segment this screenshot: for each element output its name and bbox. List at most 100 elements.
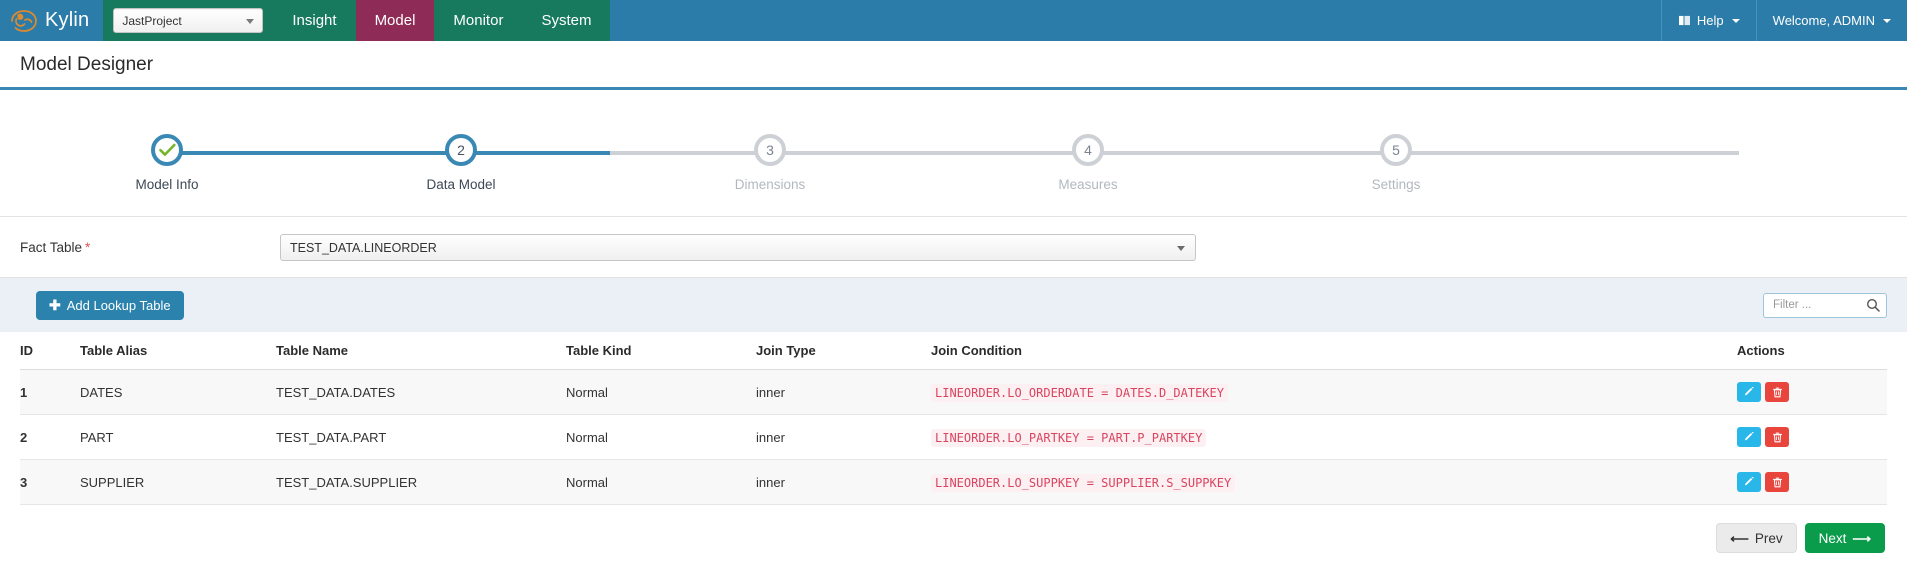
delete-row-button[interactable]	[1765, 472, 1789, 492]
wizard-step-1-circle	[151, 134, 183, 166]
arrow-right-icon: ⟶	[1852, 530, 1871, 546]
check-icon	[158, 143, 176, 156]
next-button-label: Next	[1818, 530, 1847, 546]
kylin-logo-icon	[11, 9, 37, 32]
cell-alias: SUPPLIER	[80, 459, 276, 505]
wizard-step-2-label: Data Model	[426, 177, 496, 192]
chevron-down-icon	[246, 18, 255, 24]
trash-icon	[1772, 432, 1782, 442]
fact-table-label: Fact Table *	[20, 240, 280, 255]
cell-condition: LINEORDER.LO_SUPPKEY = SUPPLIER.S_SUPPKE…	[931, 459, 1737, 505]
delete-row-button[interactable]	[1765, 427, 1789, 447]
cell-kind: Normal	[566, 414, 756, 460]
book-icon	[1678, 15, 1690, 26]
edit-row-button[interactable]	[1737, 382, 1761, 402]
prev-button[interactable]: ⟵ Prev	[1716, 523, 1797, 553]
cell-kind: Normal	[566, 369, 756, 415]
cell-actions	[1737, 414, 1887, 460]
wizard-step-dimensions[interactable]: 3 Dimensions	[710, 134, 830, 192]
table-row[interactable]: 1 DATES TEST_DATA.DATES Normal inner LIN…	[20, 369, 1887, 415]
cell-id: 3	[20, 459, 80, 505]
pencil-icon	[1744, 386, 1754, 395]
edit-row-button[interactable]	[1737, 472, 1761, 492]
col-header-kind: Table Kind	[566, 332, 756, 370]
user-menu[interactable]: Welcome, ADMIN	[1755, 0, 1907, 41]
cell-alias: DATES	[80, 369, 276, 415]
brand-home-link[interactable]: Kylin	[0, 0, 104, 41]
project-selector-wrap: JastProject	[103, 0, 274, 41]
table-row[interactable]: 2 PART TEST_DATA.PART Normal inner LINEO…	[20, 414, 1887, 460]
row-actions	[1737, 427, 1887, 447]
top-navbar: Kylin JastProject Insight Model Monitor …	[0, 0, 1907, 41]
cell-kind: Normal	[566, 459, 756, 505]
fact-table-row: Fact Table * TEST_DATA.LINEORDER	[0, 217, 1907, 277]
fact-table-label-text: Fact Table	[20, 240, 83, 255]
chevron-down-icon	[1177, 245, 1185, 251]
table-row[interactable]: 3 SUPPLIER TEST_DATA.SUPPLIER Normal inn…	[20, 459, 1887, 505]
nav-item-monitor[interactable]: Monitor	[434, 0, 523, 41]
join-condition-code: LINEORDER.LO_ORDERDATE = DATES.D_DATEKEY	[931, 383, 1228, 402]
help-label: Help	[1696, 13, 1724, 28]
delete-row-button[interactable]	[1765, 382, 1789, 402]
nav-right-group: Help Welcome, ADMIN	[1660, 0, 1907, 41]
trash-icon	[1772, 477, 1782, 487]
wizard-step-3-label: Dimensions	[734, 177, 806, 192]
chevron-down-icon	[1883, 18, 1891, 23]
nav-item-insight[interactable]: Insight	[273, 0, 356, 41]
wizard-step-settings[interactable]: 5 Settings	[1336, 134, 1456, 192]
table-body: 1 DATES TEST_DATA.DATES Normal inner LIN…	[20, 369, 1887, 505]
wizard-steps: Model Info 2 Data Model 3 Dimensions 4 M…	[0, 106, 1907, 211]
join-condition-code: LINEORDER.LO_SUPPKEY = SUPPLIER.S_SUPPKE…	[931, 473, 1236, 492]
wizard-step-4-circle: 4	[1072, 134, 1104, 166]
cell-join-type: inner	[756, 369, 931, 415]
project-select[interactable]: JastProject	[113, 8, 264, 33]
wizard-step-5-label: Settings	[1371, 177, 1421, 192]
col-header-join-type: Join Type	[756, 332, 931, 370]
pencil-icon	[1744, 476, 1754, 485]
wizard-step-4-label: Measures	[1058, 177, 1118, 192]
cell-name: TEST_DATA.DATES	[276, 369, 566, 415]
wizard-step-model-info[interactable]: Model Info	[107, 134, 227, 192]
trash-icon	[1772, 387, 1782, 397]
lookup-toolbar: ✚ Add Lookup Table	[0, 277, 1907, 332]
help-menu[interactable]: Help	[1660, 0, 1756, 41]
nav-item-system[interactable]: System	[522, 0, 611, 41]
table-head: ID Table Alias Table Name Table Kind Joi…	[20, 332, 1887, 370]
wizard-step-measures[interactable]: 4 Measures	[1028, 134, 1148, 192]
filter-box[interactable]	[1763, 292, 1887, 318]
cell-id: 1	[20, 369, 80, 415]
wizard-step-1-label: Model Info	[135, 177, 199, 192]
cell-actions	[1737, 459, 1887, 505]
cell-join-type: inner	[756, 414, 931, 460]
primary-nav: Insight Model Monitor System	[273, 0, 611, 41]
fact-table-select[interactable]: TEST_DATA.LINEORDER	[280, 234, 1196, 261]
cell-condition: LINEORDER.LO_PARTKEY = PART.P_PARTKEY	[931, 414, 1737, 460]
fact-table-selected-value: TEST_DATA.LINEORDER	[290, 240, 437, 255]
col-header-name: Table Name	[276, 332, 566, 370]
cell-name: TEST_DATA.PART	[276, 414, 566, 460]
col-header-actions: Actions	[1737, 332, 1887, 370]
col-header-alias: Table Alias	[80, 332, 276, 370]
wizard-step-5-circle: 5	[1380, 134, 1412, 166]
wizard-track-progress	[167, 151, 610, 155]
cell-condition: LINEORDER.LO_ORDERDATE = DATES.D_DATEKEY	[931, 369, 1737, 415]
wizard-footer: ⟵ Prev Next ⟶	[0, 505, 1907, 553]
next-button[interactable]: Next ⟶	[1804, 523, 1885, 553]
cell-name: TEST_DATA.SUPPLIER	[276, 459, 566, 505]
join-condition-code: LINEORDER.LO_PARTKEY = PART.P_PARTKEY	[931, 428, 1207, 447]
wizard-step-data-model[interactable]: 2 Data Model	[401, 134, 521, 192]
col-header-id: ID	[20, 332, 80, 370]
cell-alias: PART	[80, 414, 276, 460]
prev-button-label: Prev	[1754, 530, 1783, 546]
page-title: Model Designer	[20, 54, 154, 75]
chevron-down-icon	[1731, 18, 1740, 23]
cell-id: 2	[20, 414, 80, 460]
nav-item-model[interactable]: Model	[355, 0, 435, 41]
add-lookup-table-button[interactable]: ✚ Add Lookup Table	[36, 290, 184, 320]
brand-text: Kylin	[45, 8, 90, 31]
plus-icon: ✚	[49, 297, 61, 313]
table-header-row: ID Table Alias Table Name Table Kind Joi…	[20, 332, 1887, 370]
edit-row-button[interactable]	[1737, 427, 1761, 447]
search-icon[interactable]	[1866, 298, 1880, 312]
filter-input[interactable]	[1771, 298, 1862, 312]
